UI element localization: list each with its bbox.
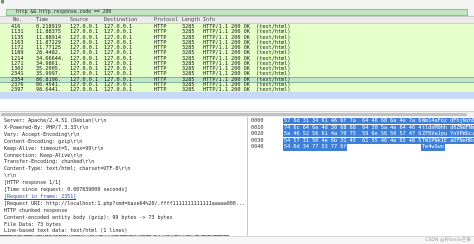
hex-row: 0040 54 6d 34 77 53 77 6f Tm4wSwo [249,144,474,151]
detail-line[interactable]: Server: Apache/2.4.51 (Debian)\r\n [4,118,106,124]
hex-ascii[interactable]: Wm14aFoz dFhjNzhE [421,118,474,125]
watermark: CSDN @柠Smile芒果 [425,238,471,243]
detail-line[interactable]: \r\n [4,173,16,179]
detail-line[interactable]: Content-Type: text/html; charset=UTF-8\r… [4,166,130,172]
hex-ascii[interactable]: Tm4wSwo [421,144,445,151]
hex-bytes[interactable]: 54 57 31 50 4e 6b 31 45 61 55 46 4e 65 4… [283,137,435,145]
detail-line[interactable]: [Time since request: 0.007839000 seconds… [4,187,127,193]
detail-line[interactable]: [Request URI: http://localhost:1.php?cmd… [4,201,245,207]
detail-line[interactable]: File Data: 73 bytes [4,222,61,228]
hex-ascii[interactable]: ZFRVaJpu YnVPWGcz [421,131,474,138]
column-header-destination[interactable]: Destination [104,17,137,24]
packet-row[interactable] [0,92,474,100]
scrollbar-thumb[interactable] [1,113,467,116]
hex-bytes[interactable]: 74 6c 64 6e 4d 30 68 68 64 30 5a 4e 64 4… [283,124,435,131]
hex-row: 0020 5a 46 52 56 61 4a 70 75 59 6e 56 50 … [249,131,474,138]
column-header-time[interactable]: Time [36,17,48,24]
detail-line[interactable]: HTTP chunked response [4,208,67,214]
detail-line[interactable]: Connection: Keep-Alive\r\n [4,153,82,159]
hex-offset[interactable]: 0040 [251,144,264,150]
hex-bytes[interactable]: 5a 46 52 56 61 4a 70 75 59 6e 56 50 57 4… [283,131,435,138]
detail-line[interactable]: X-Powered-By: PHP/7.3.33\r\n [4,125,88,131]
column-header-info[interactable]: Info [203,17,215,24]
detail-line[interactable]: Keep-Alive: timeout=5, max=99\r\n [4,146,103,152]
bookmark-icon[interactable]: ▦ [1,0,4,5]
packet-details-pane: Server: Apache/2.4.51 (Debian)\r\n X-Powe… [0,117,248,244]
detail-line[interactable]: [HTTP response 1/1] [4,180,61,186]
hex-row: 0010 74 6c 64 6e 4d 30 68 68 64 30 5a 4e … [249,124,474,131]
hex-ascii[interactable]: tldnM0hh d0ZNdFNm [421,124,474,131]
hex-ascii[interactable]: TW1PNk1E aUFNeHRs [421,137,474,145]
request-frame-link[interactable]: [Request in frame: 2351] [4,194,76,200]
detail-line[interactable]: Vary: Accept-Encoding\r\n [4,132,79,138]
display-filter-input[interactable]: http && http.response.code == 200 [6,9,468,16]
column-header-source[interactable]: Source [70,17,88,24]
hex-offset[interactable]: 0030 [251,138,264,144]
display-filter-toolbar: ▦ http && http.response.code == 200 [0,0,474,17]
hex-offset[interactable]: 0000 [251,118,264,124]
column-header-length[interactable]: Length [182,17,200,24]
hex-offset[interactable]: 0020 [251,131,264,137]
hex-row: 0030 54 57 31 50 4e 6b 31 45 61 55 46 4e … [249,137,474,145]
hex-bytes[interactable]: 57 6d 31 34 61 46 6f 7a 64 46 68 6a 4e 7… [283,118,435,125]
detail-line[interactable]: Content-Encoding: gzip\r\n [4,139,82,145]
hex-offset[interactable]: 0010 [251,125,264,131]
column-header-protocol[interactable]: Protocol [154,17,178,24]
packet-list: 416 0.218919 127.0.0.1 127.0.0.1 HTTP 3285 HTT… [0,24,474,100]
status-bar: CSDN @柠Smile芒果 [0,236,474,244]
detail-line[interactable]: Transfer-Encoding: chunked\r\n [4,159,94,165]
detail-line[interactable]: Content-encoded entity body (gzip): 99 b… [4,215,173,221]
column-header-no[interactable]: No. [13,17,22,24]
hex-bytes[interactable]: 54 6d 34 77 53 77 6f [283,144,348,151]
hex-row: 0000 57 6d 31 34 61 46 6f 7a 64 46 68 6a … [249,118,474,125]
packet-bytes-pane: 0000 57 6d 31 34 61 46 6f 7a 64 46 68 6a … [249,117,474,244]
packet-list-header: No. Time Source Destination Protocol Len… [0,17,474,24]
detail-line[interactable]: Line-based text data: text/html (1 lines… [4,228,127,234]
